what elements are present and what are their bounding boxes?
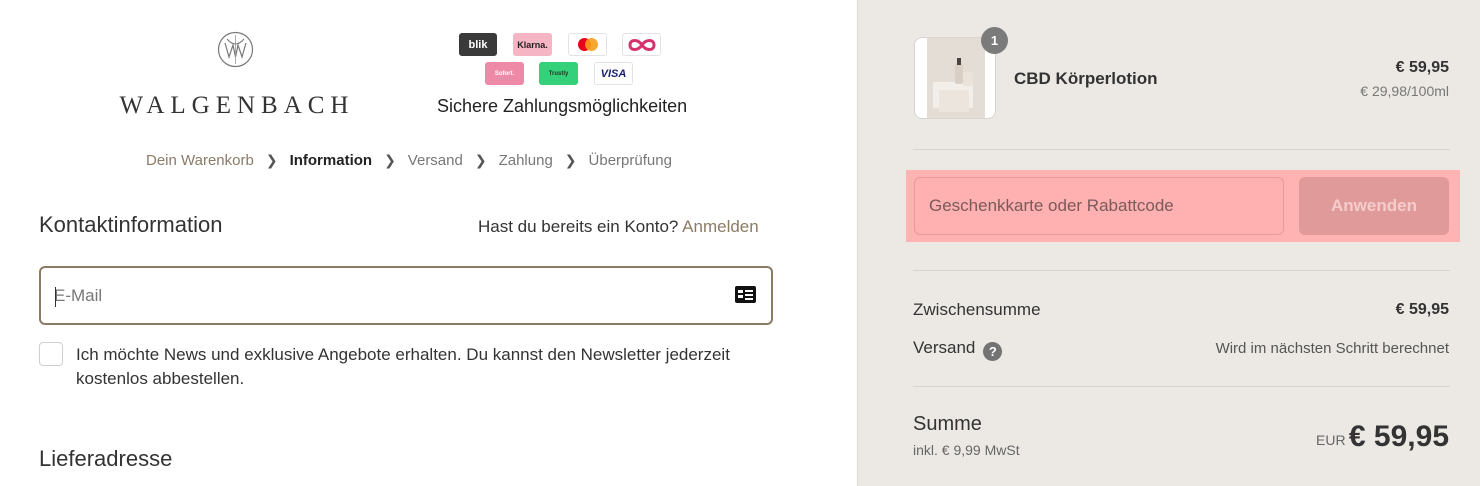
breadcrumb-shipping: Versand	[407, 152, 463, 169]
klarna-icon: Klarna.	[513, 33, 552, 56]
text-cursor	[55, 287, 56, 307]
breadcrumb-information: Information	[289, 152, 373, 169]
currency-code: EUR	[1316, 432, 1346, 448]
breadcrumb: Dein Warenkorb ❯ Information ❯ Versand ❯…	[146, 152, 672, 169]
email-field-wrapper	[39, 266, 773, 325]
total-value: € 59,95	[1348, 420, 1449, 453]
product-name: CBD Körperlotion	[1014, 69, 1158, 88]
breadcrumb-cart[interactable]: Dein Warenkorb	[146, 152, 254, 169]
sofort-icon: Sofort.	[485, 62, 524, 85]
visa-icon: VISA	[594, 62, 633, 85]
breadcrumb-payment: Zahlung	[498, 152, 553, 169]
help-icon[interactable]: ?	[983, 342, 1003, 361]
tax-note: inkl. € 9,99 MwSt	[913, 442, 1020, 458]
email-field[interactable]	[54, 284, 714, 308]
quantity-badge: 1	[981, 27, 1008, 54]
shipping-value: Wird im nächsten Schritt berechnet	[1215, 340, 1449, 357]
shipping-label: Versand	[913, 338, 976, 357]
chevron-right-icon: ❯	[564, 152, 577, 168]
product-price: € 59,95	[1395, 59, 1449, 76]
logo-icon	[217, 31, 254, 68]
newsletter-label: Ich möchte News und exklusive Angebote e…	[76, 345, 730, 388]
product-image	[927, 38, 985, 118]
subtotal-value: € 59,95	[1395, 301, 1449, 318]
unit-price: € 29,98/100ml	[1360, 83, 1449, 99]
delivery-title: Lieferadresse	[39, 446, 173, 471]
payment-caption: Sichere Zahlungsmöglichkeiten	[437, 96, 688, 116]
divider	[913, 149, 1450, 150]
brand-name: WALGENBACH	[119, 92, 355, 119]
contact-card-icon[interactable]	[735, 286, 756, 303]
subtotal-label: Zwischensumme	[913, 300, 1041, 319]
ideal-icon	[622, 33, 661, 56]
login-link[interactable]: Anmelden	[682, 217, 759, 236]
chevron-right-icon: ❯	[384, 152, 396, 168]
divider	[913, 270, 1450, 271]
mastercard-icon	[568, 33, 607, 56]
chevron-right-icon: ❯	[265, 152, 278, 168]
chevron-right-icon: ❯	[474, 152, 487, 168]
trustly-icon: Trustly	[539, 62, 578, 85]
account-question: Hast du bereits ein Konto?	[478, 217, 679, 236]
discount-code-input[interactable]: Geschenkkarte oder Rabattcode	[914, 177, 1284, 235]
divider	[913, 386, 1450, 387]
total-label: Summe	[913, 413, 982, 435]
blik-icon: blik	[459, 33, 497, 56]
apply-discount-button[interactable]: Anwenden	[1299, 177, 1449, 235]
account-prompt: Hast du bereits ein Konto? Anmelden	[478, 217, 759, 237]
discount-section: Geschenkkarte oder Rabattcode Anwenden	[906, 170, 1460, 242]
contact-title: Kontaktinformation	[39, 212, 223, 237]
checkout-main: WALGENBACH blik Klarna. Sofort. Trustly …	[0, 0, 857, 486]
newsletter-checkbox[interactable]	[39, 342, 63, 366]
shipping-row: Versand?	[913, 338, 1003, 361]
breadcrumb-review: Überprüfung	[588, 152, 672, 169]
